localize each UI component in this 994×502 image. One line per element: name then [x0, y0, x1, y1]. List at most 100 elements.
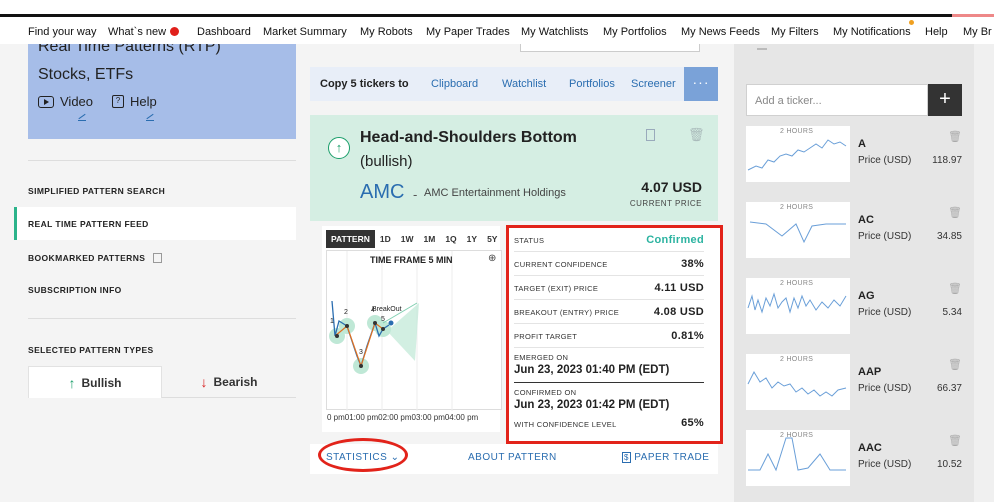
trash-icon[interactable]: 🗑: [948, 434, 962, 447]
copy-to-clipboard-link[interactable]: Clipboard: [431, 78, 478, 90]
ticker-card-a[interactable]: 2 HOURS A Price (USD) 118.97 🗑: [746, 126, 970, 190]
zoom-icon[interactable]: ⊕: [488, 253, 496, 264]
sidebar-divider: [28, 160, 296, 161]
nav-my-notifications[interactable]: My Notifications: [833, 26, 911, 38]
nav-dashboard[interactable]: Dashboard: [197, 26, 251, 38]
confirmed-value: Jun 23, 2023 01:42 PM (EDT): [514, 399, 670, 411]
tab-1q[interactable]: 1Q: [440, 230, 461, 248]
bookmark-icon[interactable]: [646, 129, 655, 141]
nav-my-robots[interactable]: My Robots: [360, 26, 413, 38]
top-nav: Find your way What`s new Dashboard Marke…: [0, 22, 994, 44]
sparkline-period: 2 HOURS: [780, 280, 814, 287]
status-divider: [514, 323, 704, 324]
confidence-level-row: WITH CONFIDENCE LEVEL 65%: [514, 417, 704, 429]
price-label: Price (USD): [858, 231, 912, 242]
bullish-label: Bullish: [81, 375, 122, 390]
bearish-label: Bearish: [213, 375, 258, 389]
sidebar-item-simplified-search[interactable]: SIMPLIFIED PATTERN SEARCH: [28, 186, 165, 196]
statistics-highlight-oval: [318, 438, 408, 472]
nav-my-paper-trades[interactable]: My Paper Trades: [426, 26, 510, 38]
sidebar-item-bookmarked[interactable]: BOOKMARKED PATTERNS: [28, 253, 163, 263]
nav-whats-new-label: What`s new: [108, 26, 167, 38]
trash-icon[interactable]: 🗑: [688, 127, 705, 143]
trash-icon[interactable]: 🗑: [948, 358, 962, 371]
trash-icon[interactable]: 🗑: [948, 130, 962, 143]
ticker-price-ag: 5.34: [942, 307, 962, 318]
nav-find-your-way[interactable]: Find your way: [28, 26, 96, 38]
tab-5y[interactable]: 5Y: [482, 230, 502, 248]
emerged-label: EMERGED ON: [514, 353, 569, 362]
status-divider: [514, 347, 704, 348]
target-price-label: TARGET (EXIT) PRICE: [514, 284, 599, 293]
nav-my-watchlists[interactable]: My Watchlists: [521, 26, 588, 38]
point-label-2: 2: [344, 309, 348, 316]
video-link-underline: [78, 120, 86, 121]
point-label-3: 3: [359, 349, 363, 356]
rtp-info-card: Real Time Patterns (RTP) Stocks, ETFs Vi…: [28, 44, 296, 139]
paper-trade-button[interactable]: $ PAPER TRADE: [622, 452, 709, 463]
ticker-card-ag[interactable]: 2 HOURS AG Price (USD) 5.34 🗑: [746, 278, 970, 342]
ticker-symbol-ag: AG: [858, 290, 875, 302]
ticker-symbol-aap: AAP: [858, 366, 882, 378]
copy-to-watchlist-link[interactable]: Watchlist: [502, 78, 546, 90]
profit-target-value: 0.81%: [671, 330, 704, 342]
price-label: Price (USD): [858, 307, 912, 318]
sidebar-item-subscription[interactable]: SUBSCRIPTION INFO: [28, 285, 122, 295]
nav-my-filters[interactable]: My Filters: [771, 26, 819, 38]
help-link-mark: [146, 113, 154, 120]
status-divider: [514, 251, 704, 252]
nav-market-summary[interactable]: Market Summary: [263, 26, 347, 38]
ticker-symbol[interactable]: AMC: [360, 181, 404, 204]
pattern-chart[interactable]: 1 2 3 4 5 BreakOut: [326, 250, 502, 411]
video-link-mark: [78, 113, 86, 120]
target-price-value: 4.11 USD: [654, 282, 704, 294]
sparkline-chart: 2 HOURS: [746, 202, 850, 258]
arrow-down-icon: ↓: [200, 374, 208, 390]
tab-1d[interactable]: 1D: [375, 230, 396, 248]
tab-1m[interactable]: 1M: [419, 230, 441, 248]
point-label-1: 1: [330, 318, 334, 325]
nav-help[interactable]: Help: [925, 26, 948, 38]
tab-1y[interactable]: 1Y: [462, 230, 482, 248]
video-link[interactable]: Video: [38, 94, 93, 109]
ticker-card-aap[interactable]: 2 HOURS AAP Price (USD) 66.37 🗑: [746, 354, 970, 418]
symbol-separator: -: [413, 187, 418, 202]
emerged-value: Jun 23, 2023 01:40 PM (EDT): [514, 364, 670, 376]
breakout-label: BreakOut: [372, 306, 402, 313]
copy-to-portfolios-link[interactable]: Portfolios: [569, 78, 615, 90]
nav-my-news-feeds[interactable]: My News Feeds: [681, 26, 760, 38]
more-options-button[interactable]: ···: [684, 67, 718, 101]
profit-target-label: PROFIT TARGET: [514, 332, 578, 341]
page-scrollbar[interactable]: [974, 44, 994, 502]
sidebar-item-realtime-feed[interactable]: REAL TIME PATTERN FEED: [14, 207, 296, 240]
tab-1w[interactable]: 1W: [396, 230, 419, 248]
tab-pattern[interactable]: PATTERN: [326, 230, 375, 248]
sparkline-period: 2 HOURS: [780, 128, 814, 135]
nav-my-brokers[interactable]: My Br: [963, 26, 992, 38]
bearish-tab[interactable]: ↓ Bearish: [162, 366, 296, 398]
trash-icon[interactable]: 🗑: [948, 206, 962, 219]
ticker-card-ac[interactable]: 2 HOURS AC Price (USD) 34.85 🗑: [746, 202, 970, 266]
arrow-up-icon: ↑: [68, 374, 76, 391]
company-name: AMC Entertainment Holdings: [424, 187, 566, 199]
panel-handle: [757, 44, 767, 50]
add-ticker-button[interactable]: +: [928, 84, 962, 116]
bullish-tab[interactable]: ↑ Bullish: [28, 366, 162, 398]
pattern-direction: (bullish): [360, 153, 413, 170]
trash-icon[interactable]: 🗑: [948, 282, 962, 295]
sparkline-line: [747, 292, 847, 314]
notification-badge-icon: [909, 20, 914, 25]
help-link[interactable]: ? Help: [112, 94, 157, 109]
add-ticker-input[interactable]: Add a ticker...: [746, 84, 928, 116]
sparkline-line: [749, 221, 846, 244]
nav-my-portfolios[interactable]: My Portfolios: [603, 26, 667, 38]
sidebar-item-realtime-label: REAL TIME PATTERN FEED: [28, 219, 149, 229]
ticker-card-aac[interactable]: 2 HOURS AAC Price (USD) 10.52 🗑: [746, 430, 970, 494]
video-icon: [38, 95, 54, 108]
target-price-row: TARGET (EXIT) PRICE 4.11 USD: [514, 282, 704, 294]
about-pattern-link[interactable]: ABOUT PATTERN: [468, 452, 557, 463]
copy-to-screener-link[interactable]: Screener: [631, 78, 676, 90]
top-accent: [952, 14, 994, 17]
nav-whats-new[interactable]: What`s new: [108, 26, 180, 38]
pattern-name[interactable]: Head-and-Shoulders Bottom: [360, 129, 577, 147]
